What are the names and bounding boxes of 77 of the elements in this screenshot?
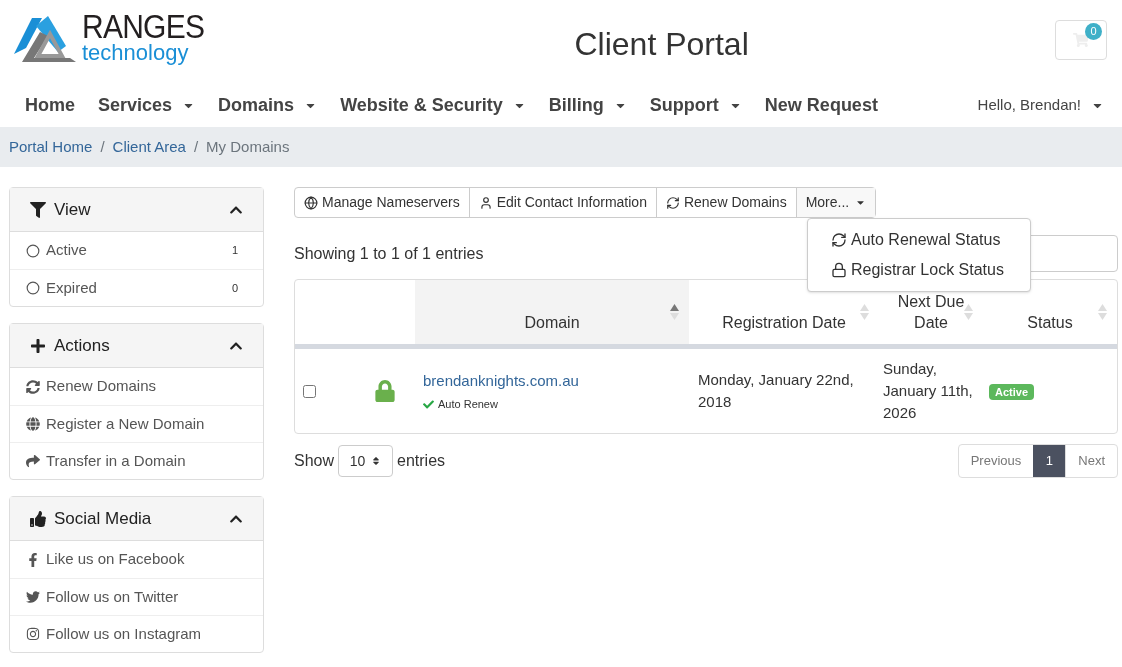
logo-subtext: technology bbox=[82, 42, 190, 64]
item-label: Register a New Domain bbox=[46, 413, 205, 434]
sidebar-item[interactable]: Transfer in a Domain bbox=[10, 442, 263, 479]
logo-text: RANGES bbox=[82, 10, 205, 44]
previous-button[interactable]: Previous bbox=[958, 445, 1034, 477]
panel-title: Actions bbox=[54, 334, 110, 357]
status-badge: Active bbox=[989, 383, 1035, 400]
item-count: 0 bbox=[231, 280, 238, 296]
nav-link[interactable]: Home bbox=[25, 92, 75, 119]
facebook-icon bbox=[26, 552, 40, 567]
domain-link[interactable]: brendanknights.com.au bbox=[423, 369, 689, 392]
item-count: 1 bbox=[231, 243, 238, 259]
panel-title: Social Media bbox=[54, 507, 152, 530]
show-label: Show bbox=[294, 451, 335, 471]
nav-link[interactable]: Domains bbox=[218, 92, 318, 119]
breadcrumb-link[interactable]: Client Area bbox=[112, 135, 186, 159]
item-label: Like us on Facebook bbox=[46, 549, 185, 570]
panel-header[interactable]: Actions bbox=[10, 324, 263, 368]
nav-link[interactable]: New Request bbox=[764, 92, 878, 119]
refresh-icon bbox=[831, 232, 847, 248]
item-label: Renew Domains bbox=[46, 376, 157, 397]
breadcrumb-separator: / bbox=[193, 136, 199, 157]
globe-icon bbox=[26, 417, 40, 431]
auto-renew-label: Auto Renew bbox=[438, 397, 498, 412]
user-icon bbox=[478, 195, 493, 210]
circle-icon bbox=[26, 243, 40, 258]
nav-link[interactable]: Billing bbox=[548, 92, 627, 119]
plus-icon bbox=[30, 337, 46, 354]
thumbs-up-icon bbox=[30, 510, 46, 527]
sidebar-item[interactable]: Expired 0 bbox=[10, 269, 263, 306]
column-header[interactable]: Domain bbox=[415, 280, 689, 344]
sidebar-item[interactable]: Register a New Domain bbox=[10, 405, 263, 442]
page-length-select[interactable]: 10 bbox=[338, 445, 394, 477]
filter-icon bbox=[30, 201, 46, 218]
panel-header[interactable]: Social Media bbox=[10, 497, 263, 541]
share-arrow-icon bbox=[26, 454, 40, 468]
lock-icon bbox=[831, 262, 847, 278]
row-checkbox[interactable] bbox=[303, 384, 316, 398]
select-arrows-icon bbox=[371, 456, 382, 466]
sidebar-item[interactable]: Follow us on Instagram bbox=[10, 615, 263, 652]
page-button[interactable]: 1 bbox=[1033, 445, 1066, 477]
user-menu[interactable]: Hello, Brendan! bbox=[977, 94, 1104, 117]
more-dropdown-button[interactable]: More... bbox=[796, 188, 876, 217]
circle-icon bbox=[26, 281, 40, 295]
menu-item[interactable]: Auto Renewal Status bbox=[808, 225, 1030, 255]
nav-link[interactable]: Website & Security bbox=[340, 92, 526, 119]
panel-header[interactable]: View bbox=[10, 188, 263, 232]
breadcrumb-separator: / bbox=[100, 136, 105, 157]
nav-link[interactable]: Services bbox=[98, 92, 196, 119]
entries-info: Showing 1 to 1 of 1 entries bbox=[294, 243, 484, 264]
item-label: Active bbox=[46, 240, 87, 261]
globe-icon bbox=[304, 195, 318, 210]
twitter-icon bbox=[26, 590, 40, 604]
panel-title: View bbox=[54, 198, 91, 221]
sidebar-item[interactable]: Follow us on Twitter bbox=[10, 578, 263, 615]
item-label: Transfer in a Domain bbox=[46, 450, 186, 471]
breadcrumb-current: My Domains bbox=[206, 136, 290, 157]
toolbar-button[interactable]: Manage Nameservers bbox=[295, 188, 470, 217]
breadcrumb-link[interactable]: Portal Home bbox=[9, 135, 93, 159]
sidebar-item[interactable]: Active 1 bbox=[10, 232, 263, 269]
instagram-icon bbox=[26, 627, 40, 641]
table-cell-text: Monday, January 22nd, 2018 bbox=[697, 370, 855, 412]
nav-link[interactable]: Support bbox=[649, 92, 742, 119]
entries-label: entries bbox=[397, 451, 446, 471]
page-title: Client Portal bbox=[574, 25, 749, 64]
sidebar-item[interactable]: Like us on Facebook bbox=[10, 541, 263, 578]
toolbar-button[interactable]: Edit Contact Information bbox=[469, 188, 657, 217]
refresh-icon bbox=[26, 379, 40, 394]
toolbar-button[interactable]: Renew Domains bbox=[656, 188, 797, 217]
item-label: Follow us on Twitter bbox=[46, 586, 179, 607]
cart-count: 0 bbox=[1085, 23, 1102, 40]
table-cell-text: Sunday, January 11th, 2026 bbox=[882, 359, 974, 423]
sidebar-item[interactable]: Renew Domains bbox=[10, 368, 263, 405]
item-label: Expired bbox=[46, 277, 97, 298]
refresh-icon bbox=[665, 195, 680, 210]
item-label: Follow us on Instagram bbox=[46, 623, 202, 644]
next-button[interactable]: Next bbox=[1065, 445, 1117, 477]
